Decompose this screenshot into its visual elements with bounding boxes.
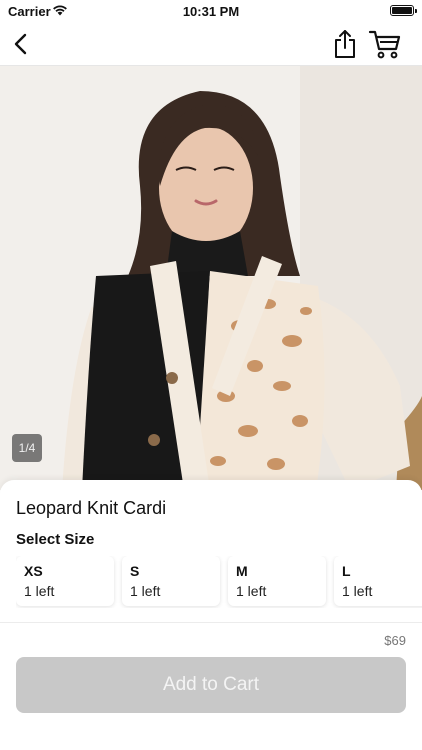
- product-photo-illustration: [0, 66, 422, 490]
- image-counter: 1/4: [12, 434, 42, 462]
- size-label: L: [342, 563, 351, 579]
- navigation-bar: [0, 22, 422, 66]
- size-label: M: [236, 563, 248, 579]
- size-label: S: [130, 563, 140, 579]
- size-stock: 1 left: [236, 583, 267, 599]
- size-option-m[interactable]: M 1 left: [228, 556, 326, 606]
- cart-icon: [368, 30, 401, 59]
- size-stock: 1 left: [342, 583, 373, 599]
- purchase-bar: $69 Add to Cart: [0, 622, 422, 750]
- add-to-cart-button[interactable]: Add to Cart: [16, 657, 406, 713]
- size-heading: Select Size: [16, 531, 95, 548]
- status-time: 10:31 PM: [182, 4, 240, 19]
- cart-button[interactable]: [368, 28, 402, 60]
- back-button[interactable]: [8, 30, 36, 58]
- size-label: XS: [24, 563, 43, 579]
- size-stock: 1 left: [130, 583, 161, 599]
- product-title: Leopard Knit Cardi: [16, 498, 167, 518]
- share-icon: [335, 30, 355, 58]
- size-options: XS 1 left S 1 left M 1 left L 1 left: [16, 556, 422, 608]
- status-bar: Carrier 10:31 PM: [0, 0, 422, 22]
- product-image[interactable]: [0, 66, 422, 490]
- battery-icon: [390, 5, 417, 16]
- product-details-sheet: Leopard Knit Cardi Select Size XS 1 left…: [0, 480, 422, 622]
- size-option-l[interactable]: L 1 left: [334, 556, 422, 606]
- product-price: $69: [384, 633, 406, 648]
- share-button[interactable]: [332, 29, 358, 59]
- size-option-s[interactable]: S 1 left: [122, 556, 220, 606]
- size-stock: 1 left: [24, 583, 55, 599]
- size-option-xs[interactable]: XS 1 left: [16, 556, 114, 606]
- chevron-left-icon: [14, 33, 27, 55]
